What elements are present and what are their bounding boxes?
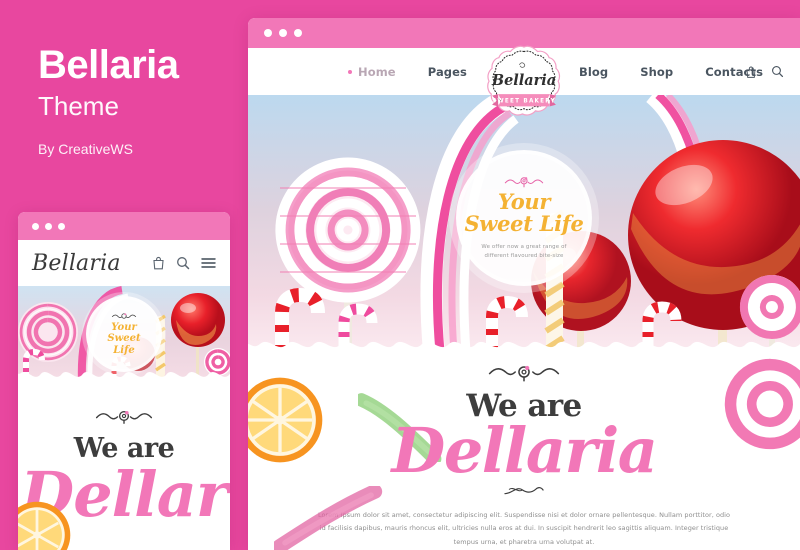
hero-title-line1: Your xyxy=(497,189,551,215)
search-icon[interactable] xyxy=(176,256,190,270)
mobile-nav-icons xyxy=(152,256,216,270)
chrome-dot-minimize-icon xyxy=(45,222,52,230)
hero-circle-badge: Your Sweet Life We offer now a great ran… xyxy=(456,150,592,287)
chrome-dot-close-icon xyxy=(264,29,272,37)
theme-author: By CreativeWS xyxy=(38,140,133,157)
mobile-hero-title-3: Life xyxy=(113,344,135,356)
orange-slice-decoration-icon xyxy=(18,501,71,550)
hero-subtitle-line1: We offer now a great range of xyxy=(481,243,567,250)
hero-title-line2: Sweet Life xyxy=(464,211,584,237)
hero-banner: Your Sweet Life We offer now a great ran… xyxy=(248,95,800,352)
section-paragraph: Lorem ipsum dolor sit amet, consectetur … xyxy=(317,511,731,546)
theme-name: Bellaria xyxy=(38,43,179,87)
bellaria-logo-badge[interactable]: Bellaria SWEET BAKERY xyxy=(486,44,562,120)
theme-label: Theme xyxy=(38,91,119,121)
chrome-dot-maximize-icon xyxy=(294,29,302,37)
mobile-preview-card[interactable]: Bellaria Your Sweet Life We are Dellar xyxy=(18,212,230,550)
mobile-hero-title-2: Sweet xyxy=(107,333,141,345)
mobile-browser-chrome xyxy=(18,212,230,240)
section-title: Dellaria xyxy=(391,414,658,487)
desktop-preview-card[interactable]: Home Pages Portfolio Blog Shop Contacts … xyxy=(248,18,800,550)
about-section: We are Dellaria Lorem ipsum dolor sit am… xyxy=(248,352,800,550)
mobile-hero-circle: Your Sweet Life xyxy=(86,296,162,372)
chrome-dot-maximize-icon xyxy=(58,222,65,230)
chrome-dot-minimize-icon xyxy=(279,29,287,37)
search-icon[interactable] xyxy=(771,65,784,78)
mobile-hero-title-1: Your xyxy=(111,321,137,333)
chrome-dot-close-icon xyxy=(32,222,39,230)
lollipop-ornament-icon xyxy=(504,177,544,188)
nav-item-shop[interactable]: Shop xyxy=(624,65,689,79)
lollipop-ornament-icon xyxy=(95,410,153,424)
active-dot-icon xyxy=(348,69,352,74)
nav-item-home-label: Home xyxy=(358,64,396,79)
mobile-navbar: Bellaria xyxy=(18,240,230,286)
mobile-scallop-edge xyxy=(18,372,230,382)
hero-subtitle: We offer now a great range of different … xyxy=(481,243,566,262)
nav-item-home[interactable]: Home xyxy=(342,65,412,79)
shopping-bag-icon[interactable] xyxy=(745,65,757,79)
hamburger-menu-icon[interactable] xyxy=(201,257,216,269)
mobile-content-section: We are Dellar xyxy=(18,382,230,550)
nav-item-blog[interactable]: Blog xyxy=(563,65,624,79)
hero-subtitle-line2: different flavoured bite-size xyxy=(484,253,564,260)
lollipop-ornament-icon xyxy=(111,313,137,319)
left-brand-panel: Bellaria Theme By CreativeWS Bellaria Yo… xyxy=(0,0,248,550)
logo-ribbon-text: SWEET BAKERY xyxy=(492,99,556,105)
mobile-hero: Your Sweet Life xyxy=(18,286,230,382)
logo-wordmark: Bellaria xyxy=(491,72,556,89)
lollipop-ornament-icon xyxy=(488,365,560,382)
brand-block: Bellaria Theme By CreativeWS xyxy=(38,44,238,157)
mobile-logo[interactable]: Bellaria xyxy=(32,251,121,276)
desktop-nav-icons xyxy=(745,48,784,95)
hero-scallop-edge xyxy=(248,341,800,352)
shopping-bag-icon[interactable] xyxy=(152,256,165,270)
nav-item-pages[interactable]: Pages xyxy=(412,65,483,79)
